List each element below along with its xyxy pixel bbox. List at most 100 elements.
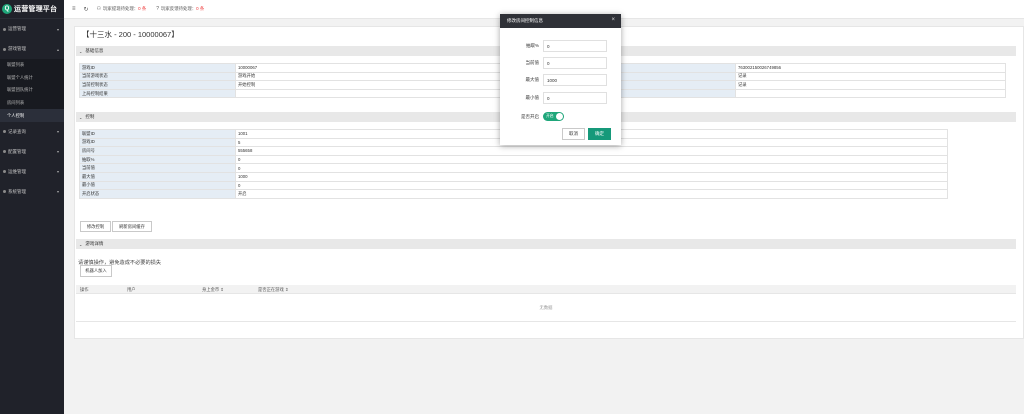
table-value: 763002150026749856 <box>735 63 1006 73</box>
cancel-button[interactable]: 取消 <box>562 128 585 140</box>
sidebar-item-system[interactable]: 系统管理 ▾ <box>0 182 64 202</box>
sidebar-item-records[interactable]: 记录查询 ▾ <box>0 122 64 142</box>
field-label: 抽取% <box>525 43 539 48</box>
chevron-down-icon: ⌄ <box>79 241 83 247</box>
table-row: 房间号 555658 <box>79 146 948 156</box>
col-action: 操作 <box>80 287 89 292</box>
sidebar-subitem-room-list[interactable]: 房间列表 <box>0 97 64 110</box>
table-value: 0 <box>235 154 948 165</box>
form-row-max: 最大值 <box>500 74 621 86</box>
menu-dot-icon <box>3 27 6 31</box>
page-title: 【十三水 - 200 - 10000067】 <box>82 30 179 39</box>
sidebar-item-label: 运营管理 <box>8 26 26 31</box>
table-key: 最大值 <box>79 171 236 182</box>
form-row-extract: 抽取% <box>500 40 621 52</box>
sidebar-item-label: 系统管理 <box>8 188 26 194</box>
sidebar: Q 运营管理平台 运营管理 ▾ 游戏管理 ▴ 联盟列表 联盟个人统计 联盟团队统… <box>0 0 64 414</box>
sidebar-item-operations[interactable]: 运营管理 ▾ <box>0 19 64 39</box>
table-row: 最大值 1000 <box>79 171 948 182</box>
list-header: 操作 用户 身上金币 ⇕ 是否正在游戏 ⇕ <box>76 285 1016 294</box>
field-label: 最大值 <box>525 77 540 82</box>
app-title: 运营管理平台 <box>14 6 58 13</box>
sidebar-item-config[interactable]: 配置管理 ▾ <box>0 142 64 162</box>
logo-icon: Q <box>2 4 12 14</box>
table-key: 上局控制结果 <box>79 88 236 99</box>
table-value: 0 <box>235 180 948 191</box>
table-key: 房间号 <box>79 146 236 156</box>
sidebar-item-label: 游戏管理 <box>8 46 26 51</box>
max-value-input[interactable] <box>543 74 607 86</box>
table-value: 555658 <box>235 146 948 156</box>
field-label: 最小值 <box>525 95 540 100</box>
dialog-title: 修改房间控制信息 <box>507 18 543 23</box>
table-key: 游戏ID <box>79 63 236 73</box>
table-key: 当前游戏状态 <box>79 71 236 82</box>
chevron-down-icon: ▾ <box>56 149 59 155</box>
field-label: 是否开启 <box>521 114 539 119</box>
section-title: 基础信息 <box>85 48 104 53</box>
bot-join-button[interactable]: 机器人加入 <box>80 265 112 277</box>
sidebar-subitem-alliance-list[interactable]: 联盟列表 <box>0 59 64 72</box>
refresh-room-cache-button[interactable]: 刷新房间缓存 <box>112 221 152 232</box>
table-value: 记录 <box>735 71 1006 82</box>
form-row-enable: 是否开启 开启 <box>500 111 621 123</box>
menu-toggle-icon[interactable]: ≡ <box>72 6 76 12</box>
withdraw-pending-count: 0 条 <box>138 6 147 11</box>
menu-dot-icon <box>3 150 6 154</box>
section-title: 游戏详情 <box>85 241 104 246</box>
feedback-pending-text: 玩家反馈待处理： <box>161 6 197 11</box>
chevron-down-icon: ⌄ <box>79 48 83 54</box>
table-row: 当前值 0 <box>79 163 948 173</box>
table-value: 开启 <box>235 189 948 199</box>
table-value: 记录 <box>735 80 1006 90</box>
chevron-down-icon: ▾ <box>56 169 59 175</box>
current-value-input[interactable] <box>543 57 607 69</box>
table-key: 联盟ID <box>79 129 236 139</box>
chevron-down-icon: ▾ <box>56 129 59 135</box>
edit-room-control-dialog: 修改房间控制信息 × 抽取% 当前值 最大值 最小值 是否开启 开启 取消 确定 <box>500 14 621 145</box>
section-title: 控制 <box>85 114 95 119</box>
enable-switch[interactable]: 开启 <box>543 112 564 121</box>
chevron-down-icon: ▾ <box>56 189 59 195</box>
table-key: 游戏ID <box>79 137 236 148</box>
sidebar-subitem-alliance-team-stats[interactable]: 联盟团队统计 <box>0 84 64 97</box>
sidebar-item-game-management[interactable]: 游戏管理 ▴ <box>0 39 64 59</box>
menu-dot-icon <box>3 47 6 51</box>
sidebar-item-label: 记录查询 <box>8 128 26 134</box>
empty-state: 无数据 <box>76 294 1016 322</box>
form-row-min: 最小值 <box>500 92 621 104</box>
table-value: 0 <box>235 163 948 173</box>
form-row-current: 当前值 <box>500 57 621 69</box>
feedback-pending-count: 0 条 <box>196 6 205 11</box>
sidebar-item-label: 配置管理 <box>8 148 26 154</box>
menu-dot-icon <box>3 190 6 194</box>
menu-dot-icon <box>3 170 6 174</box>
feedback-pending-notice[interactable]: ? 玩家反馈待处理： 0 条 <box>156 6 204 12</box>
field-label: 当前值 <box>525 60 540 65</box>
table-row: 抽取% 0 <box>79 154 948 165</box>
extract-percent-input[interactable] <box>543 40 607 52</box>
sidebar-subitem-alliance-personal-stats[interactable]: 联盟个人统计 <box>0 72 64 85</box>
logo[interactable]: Q 运营管理平台 <box>0 0 64 19</box>
dialog-header: 修改房间控制信息 × <box>500 14 621 28</box>
table-key: 当前控制状态 <box>79 80 236 90</box>
switch-text: 开启 <box>546 114 554 118</box>
col-in-game[interactable]: 是否正在游戏 ⇕ <box>258 287 289 293</box>
chevron-down-icon: ▾ <box>56 26 59 32</box>
sidebar-item-ops[interactable]: 运维管理 ▾ <box>0 162 64 182</box>
table-key: 抽取% <box>79 154 236 165</box>
table-key: 最小值 <box>79 180 236 191</box>
confirm-button[interactable]: 确定 <box>588 128 611 140</box>
switch-knob <box>556 113 563 120</box>
table-value: 1000 <box>235 171 948 182</box>
col-user: 用户 <box>127 287 136 292</box>
close-icon[interactable]: × <box>611 17 615 23</box>
modify-control-button[interactable]: 修改控制 <box>80 221 111 232</box>
withdraw-pending-notice[interactable]: ⚇ 玩家提现待处理： 0 条 <box>97 6 147 12</box>
sidebar-subitem-personal-control[interactable]: 个人控制 <box>0 109 64 122</box>
game-detail-header[interactable]: ⌄ 游戏详情 <box>76 239 1016 249</box>
table-key: 当前值 <box>79 163 236 173</box>
col-gold[interactable]: 身上金币 ⇕ <box>202 287 224 293</box>
refresh-icon[interactable]: ↻ <box>84 6 89 13</box>
min-value-input[interactable] <box>543 92 607 104</box>
